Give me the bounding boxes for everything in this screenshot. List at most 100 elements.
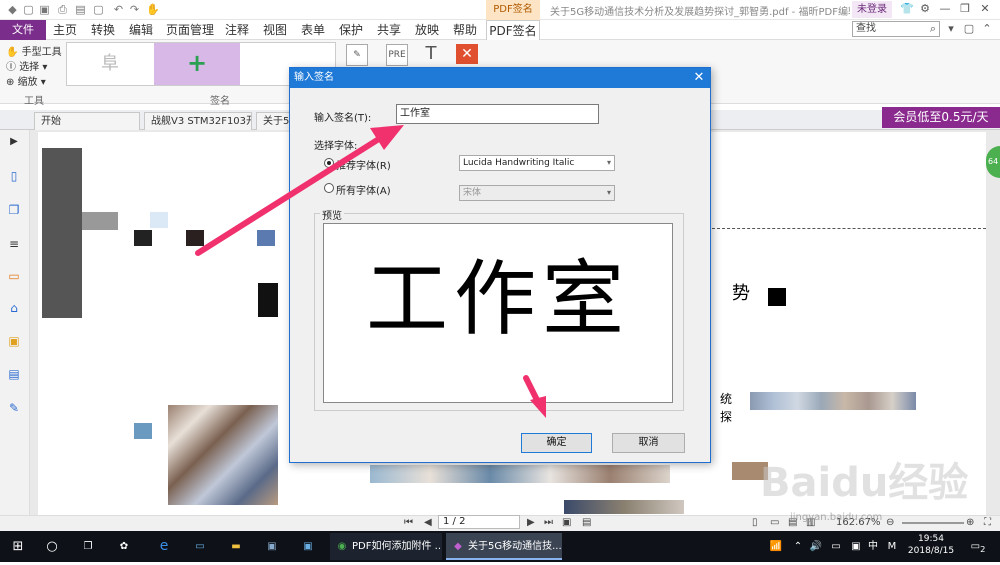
recommended-font-radio[interactable] [324, 158, 334, 168]
menu-page-manage[interactable]: 页面管理 [164, 20, 216, 40]
menu-view[interactable]: 视图 [260, 20, 290, 40]
view-mode2-icon[interactable]: ▤ [582, 516, 591, 530]
zoom-in-icon[interactable]: ⊕ [966, 516, 974, 530]
hand-tool-button[interactable]: ✋ 手型工具 [6, 43, 62, 58]
search-options-icon[interactable]: ▾ [944, 22, 958, 36]
blurred-content [42, 148, 82, 318]
menu-comment[interactable]: 注释 [222, 20, 252, 40]
clock-time: 19:54 [918, 534, 944, 544]
settings-icon[interactable]: ⚙ [918, 2, 932, 16]
open-icon[interactable]: ▢ [22, 3, 35, 16]
ime-mode-icon[interactable]: M [884, 531, 900, 562]
tab-stm32-doc[interactable]: 战舰V3 STM32F103开... [144, 112, 252, 130]
redo-icon[interactable]: ↷ [128, 3, 141, 16]
chat-icon[interactable]: ▢ [962, 22, 976, 36]
page-number-input[interactable]: 1 / 2 [438, 515, 520, 529]
all-fonts-label: 所有字体(A) [336, 186, 391, 197]
skin-icon[interactable]: 👕 [900, 2, 914, 16]
zoom-out-icon[interactable]: ⊖ [886, 516, 894, 530]
app-icon[interactable]: ▣ [298, 531, 318, 562]
task-view-icon[interactable]: ❐ [78, 531, 98, 562]
clock[interactable]: 19:54 2018/8/15 [902, 533, 960, 557]
network-icon[interactable]: 📶 [768, 531, 784, 562]
tab-5g-doc[interactable]: 关于5 [256, 112, 290, 130]
print-icon[interactable]: ⎙ [56, 3, 69, 16]
minimize-icon[interactable]: — [938, 2, 952, 16]
lock-icon[interactable]: ▣ [6, 333, 22, 349]
blurred-content [257, 230, 275, 246]
hand-quick-icon[interactable]: ✋ [146, 3, 160, 16]
last-page-icon[interactable]: ⏭ [544, 516, 553, 530]
menu-convert[interactable]: 转换 [88, 20, 118, 40]
pre-sign-icon[interactable]: PRE [386, 44, 408, 66]
blurred-content [168, 405, 278, 505]
signature-panel-icon[interactable]: ✎ [6, 400, 22, 416]
two-page-icon[interactable]: ▭ [770, 516, 779, 530]
page-thumbnail-icon[interactable]: ▯ [6, 168, 22, 184]
volume-icon[interactable]: 🔊 [808, 531, 824, 562]
group-sign-label: 签名 [210, 96, 230, 107]
notification-center-icon[interactable]: ▭2 [968, 531, 988, 562]
menu-pdf-sign[interactable]: PDF签名 [486, 20, 540, 40]
cortana-icon[interactable]: ○ [42, 531, 62, 562]
zoom-tool-button[interactable]: ⊕ 缩放 ▾ [6, 73, 46, 88]
login-button[interactable]: 未登录 [852, 1, 892, 18]
comment-icon[interactable]: ▭ [6, 268, 22, 284]
menu-edit[interactable]: 编辑 [126, 20, 156, 40]
menu-file[interactable]: 文件 [0, 20, 46, 40]
sign-verify-icon[interactable]: ✎ [346, 44, 368, 66]
attachment-icon[interactable]: ⌂ [6, 300, 22, 316]
save-icon[interactable]: ▣ [38, 3, 51, 16]
prev-page-icon[interactable]: ◀ [424, 516, 432, 530]
menu-protect[interactable]: 保护 [336, 20, 366, 40]
dialog-close-icon[interactable]: ✕ [690, 69, 708, 87]
blurred-content [82, 212, 118, 230]
close-icon[interactable]: ✕ [978, 2, 992, 16]
undo-icon[interactable]: ↶ [112, 3, 125, 16]
tray-app-icon[interactable]: ▣ [848, 531, 864, 562]
battery-icon[interactable]: ▭ [828, 531, 844, 562]
stack-icon[interactable]: ≡ [6, 236, 22, 252]
close-sign-mode-icon[interactable]: ✕ [456, 44, 478, 64]
view-mode-icon[interactable]: ▣ [562, 516, 571, 530]
ok-button[interactable]: 确定 [521, 433, 592, 453]
computer-icon[interactable]: ▭ [190, 531, 210, 562]
chevron-up-icon[interactable]: ⌃ [790, 531, 806, 562]
tab-start[interactable]: 开始 [34, 112, 140, 130]
fullscreen-icon[interactable]: ⛶ [984, 516, 991, 530]
search-icon[interactable]: ⌕ [926, 22, 940, 36]
layers-icon[interactable]: ❐ [6, 202, 22, 218]
select-tool-button[interactable]: Ⓘ 选择 ▾ [6, 58, 47, 73]
file-explorer-icon[interactable]: ▬ [226, 531, 246, 562]
windows-start-icon[interactable]: ⊞ [8, 531, 28, 562]
fan-app-icon[interactable]: ✿ [114, 531, 134, 562]
next-page-icon[interactable]: ▶ [527, 516, 535, 530]
menu-help[interactable]: 帮助 [450, 20, 480, 40]
new-icon[interactable]: ▢ [92, 3, 105, 16]
page-icon[interactable]: ▤ [74, 3, 87, 16]
edge-icon[interactable]: e [154, 531, 174, 562]
form-icon[interactable]: ▤ [6, 366, 22, 382]
recommended-font-select[interactable]: Lucida Handwriting Italic ▾ [459, 155, 615, 171]
restore-icon[interactable]: ❐ [958, 2, 972, 16]
zoom-slider[interactable] [902, 522, 964, 524]
menu-form[interactable]: 表单 [298, 20, 328, 40]
menu-share[interactable]: 共享 [374, 20, 404, 40]
single-page-icon[interactable]: ▯ [752, 516, 758, 530]
vip-promo-banner[interactable]: 会员低至0.5元/天 [882, 107, 1000, 128]
signature-name-input[interactable]: 工作室 [396, 104, 599, 124]
baidu-watermark-url: jingyan.baidu.com [790, 512, 883, 523]
all-fonts-radio[interactable] [324, 183, 334, 193]
store-icon[interactable]: ▣ [262, 531, 282, 562]
signature-thumbnail[interactable]: 阜 [67, 43, 153, 85]
blurred-content [150, 212, 168, 228]
menu-slideshow[interactable]: 放映 [412, 20, 442, 40]
ime-indicator[interactable]: 中 [866, 531, 880, 562]
cancel-button[interactable]: 取消 [612, 433, 685, 453]
first-page-icon[interactable]: ⏮ [404, 516, 413, 530]
expand-icon[interactable]: ⌃ [980, 22, 994, 36]
expand-panel-icon[interactable]: ▶ [6, 134, 22, 150]
menu-home[interactable]: 主页 [50, 20, 80, 40]
text-tool-icon[interactable]: T [420, 44, 442, 66]
add-signature-button[interactable]: + [154, 43, 240, 85]
